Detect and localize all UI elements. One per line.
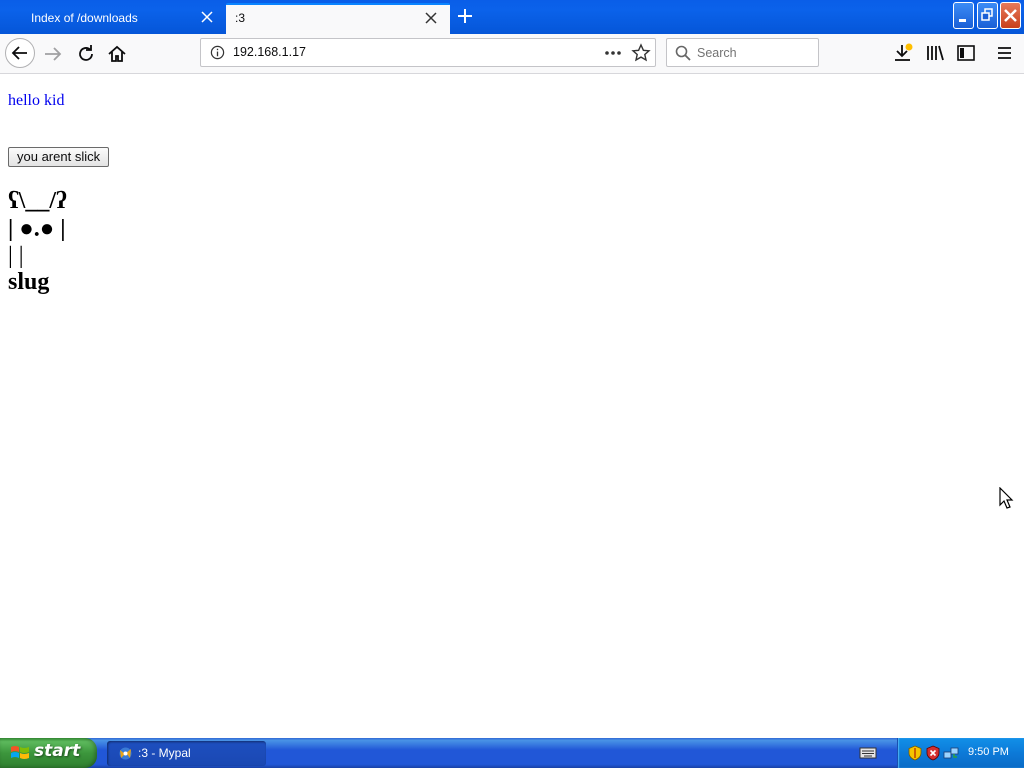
clock[interactable]: 9:50 PM	[968, 746, 1009, 758]
bookmark-star-icon[interactable]	[631, 43, 651, 63]
info-icon[interactable]	[210, 45, 225, 60]
taskbar-item-mypal[interactable]: :3 - Mypal	[107, 741, 266, 766]
close-tab-icon[interactable]	[423, 10, 439, 26]
home-icon[interactable]	[105, 42, 129, 66]
page-actions-icon[interactable]	[603, 43, 623, 63]
security-alert-icon[interactable]	[925, 745, 941, 761]
ascii-art-line: | |	[8, 243, 24, 269]
minimize-button[interactable]	[953, 2, 974, 29]
navigation-toolbar: 192.168.1.17	[0, 34, 1024, 74]
start-button[interactable]: start	[0, 738, 97, 768]
mypal-browser-icon	[119, 747, 132, 760]
hello-kid-link[interactable]: hello kid	[8, 92, 64, 110]
url-bar[interactable]: 192.168.1.17	[200, 38, 656, 67]
system-tray: 9:50 PM	[897, 738, 1024, 768]
ascii-art-line: ʕ\__/ʔ	[8, 188, 67, 214]
ascii-art-line: | ●.● |	[8, 216, 66, 242]
search-box[interactable]	[666, 38, 819, 67]
back-arrow-icon	[11, 46, 27, 60]
title-bar: Index of /downloads :3	[0, 0, 1024, 34]
tab-title: Index of /downloads	[31, 11, 138, 25]
search-input[interactable]	[697, 42, 812, 63]
start-label: start	[34, 741, 81, 761]
you-arent-slick-button[interactable]: you arent slick	[8, 147, 110, 167]
slug-heading: slug	[8, 269, 50, 295]
downloads-icon[interactable]	[892, 42, 914, 64]
page-content: hello kid you arent slick ʕ\__/ʔ | ●.● |…	[0, 74, 1024, 738]
restore-icon	[981, 8, 993, 21]
restore-button[interactable]	[977, 2, 998, 29]
tab-index-of-downloads[interactable]: Index of /downloads	[0, 3, 226, 34]
hamburger-menu-icon[interactable]	[994, 42, 1016, 64]
mouse-cursor-icon	[999, 487, 1014, 509]
reload-icon[interactable]	[74, 42, 98, 66]
tab-active[interactable]: :3	[226, 3, 450, 34]
close-window-button[interactable]	[1000, 2, 1021, 29]
library-icon[interactable]	[924, 42, 946, 64]
windows-logo-icon	[11, 746, 29, 759]
search-icon	[675, 45, 691, 61]
forward-arrow-icon[interactable]	[41, 42, 65, 66]
url-text[interactable]: 192.168.1.17	[233, 45, 306, 59]
taskbar: start :3 - Mypal 9:50 PM	[0, 738, 1024, 768]
minimize-icon	[959, 19, 966, 22]
keyboard-icon[interactable]	[859, 746, 877, 760]
sidebar-toggle-icon[interactable]	[955, 42, 977, 64]
network-icon[interactable]	[943, 745, 959, 761]
close-tab-icon[interactable]	[199, 9, 215, 25]
back-button[interactable]	[5, 38, 35, 68]
new-tab-icon[interactable]	[456, 7, 474, 25]
close-icon	[1004, 9, 1017, 22]
security-shield-icon[interactable]	[907, 745, 923, 761]
taskbar-item-label: :3 - Mypal	[138, 746, 191, 760]
tab-title: :3	[235, 11, 246, 25]
